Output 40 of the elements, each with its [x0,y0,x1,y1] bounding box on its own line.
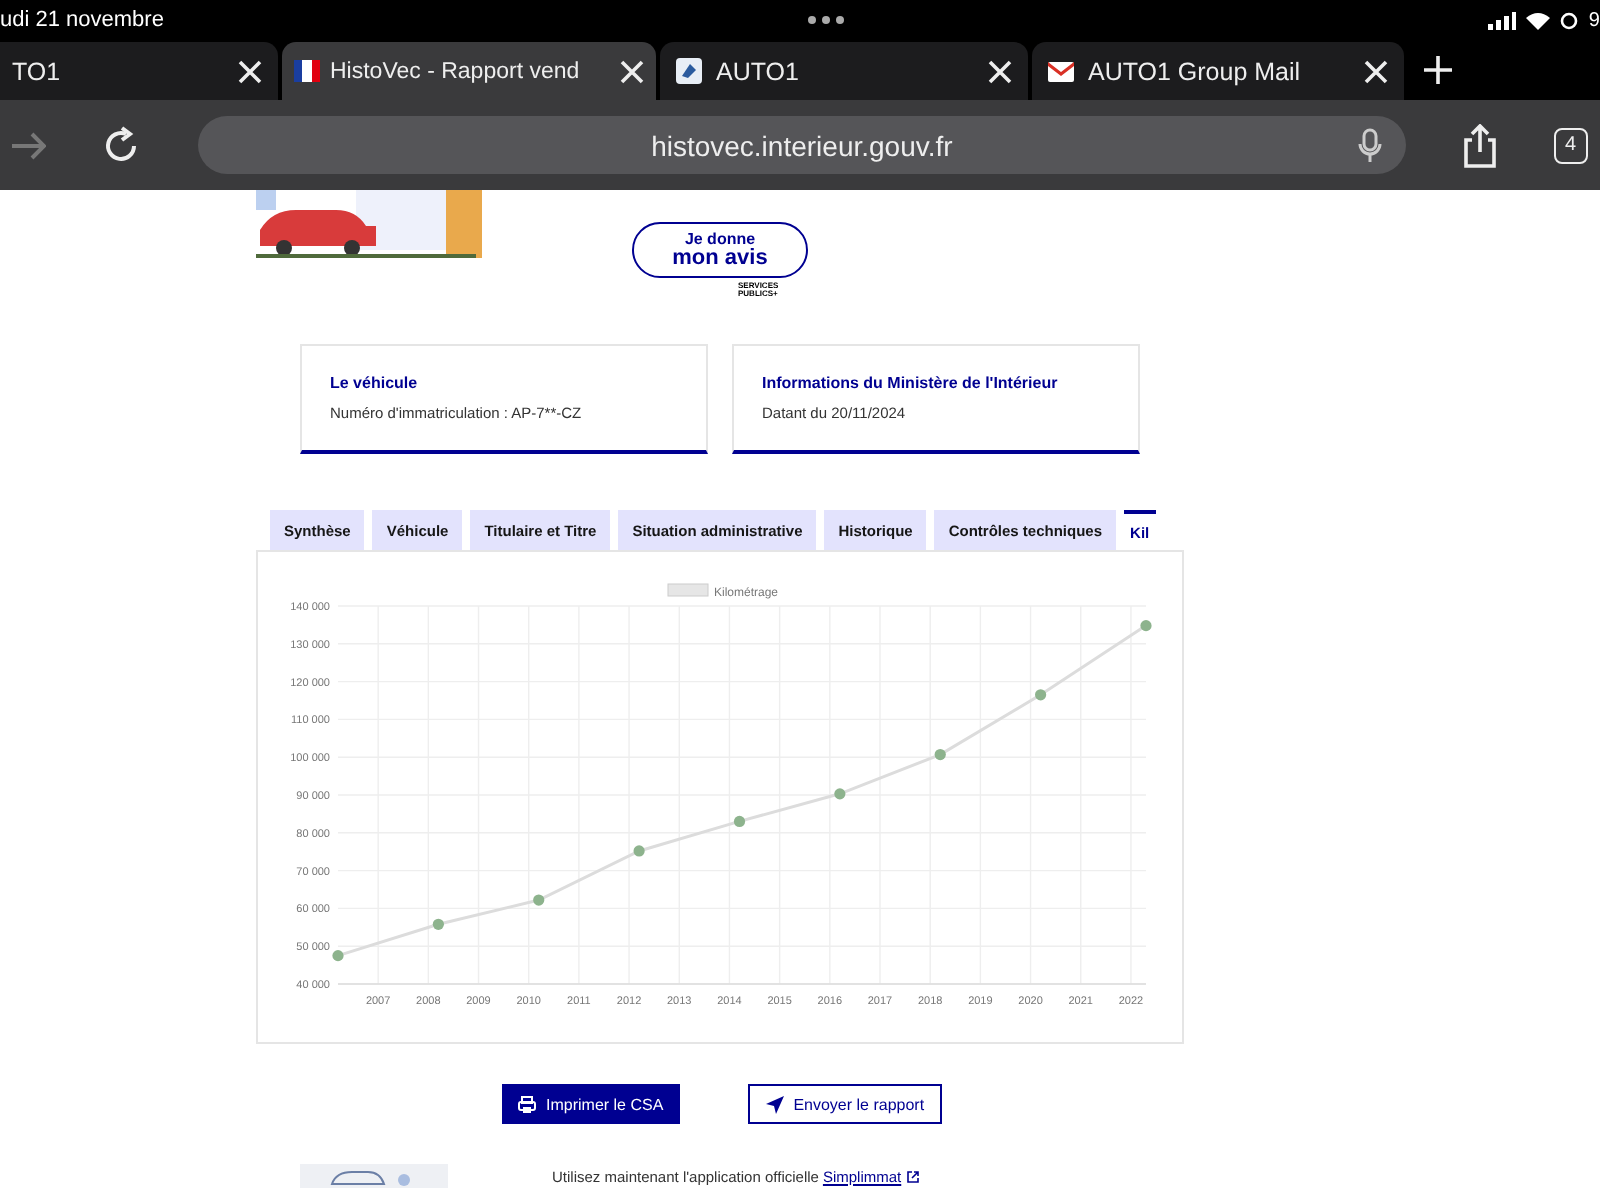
address-field[interactable]: histovec.interieur.gouv.fr [197,116,1407,174]
data-point [633,845,645,857]
send-report-button[interactable]: Envoyer le rapport [747,1084,943,1124]
mail-icon [1048,61,1074,81]
close-icon[interactable] [238,59,262,83]
forward-icon[interactable] [12,131,47,159]
browser-tab[interactable]: HistoVec - Rapport vend [282,42,656,100]
browser-tab[interactable]: TO1 [0,42,278,100]
status-date: udi 21 novembre [0,8,164,32]
print-button[interactable]: Imprimer le CSA [502,1084,680,1124]
feedback-button[interactable]: Je donne mon avis [632,222,808,278]
browser-tab[interactable]: AUTO1 [660,42,1028,100]
data-point [1035,689,1047,701]
data-point [1140,620,1152,632]
reload-icon[interactable] [102,125,142,165]
external-link-icon [905,1169,920,1183]
tab-count-button[interactable]: 4 [1553,127,1588,163]
data-point [733,815,746,828]
battery-percent: 9 [1588,9,1600,31]
close-icon[interactable] [620,59,644,83]
send-icon [765,1095,784,1113]
card-title: Informations du Ministère de l'Intérieur [762,374,1058,392]
close-icon[interactable] [988,59,1012,83]
data-point [332,950,344,962]
microphone-icon [1358,128,1383,164]
close-icon[interactable] [1364,59,1388,83]
card-title: Le véhicule [330,374,418,392]
wifi-icon [1526,11,1551,29]
signal-icon [1488,11,1517,29]
data-point [934,748,946,761]
data-point [432,918,444,930]
more-icon [806,14,847,26]
site-logo-icon [676,58,702,84]
browser-tab[interactable]: AUTO1 Group Mail [1032,42,1404,100]
share-icon[interactable] [1462,123,1498,167]
data-point [533,894,545,906]
printer-icon [518,1095,536,1113]
flag-icon [294,60,320,82]
data-point [834,788,846,800]
new-tab-icon[interactable] [1424,56,1452,84]
